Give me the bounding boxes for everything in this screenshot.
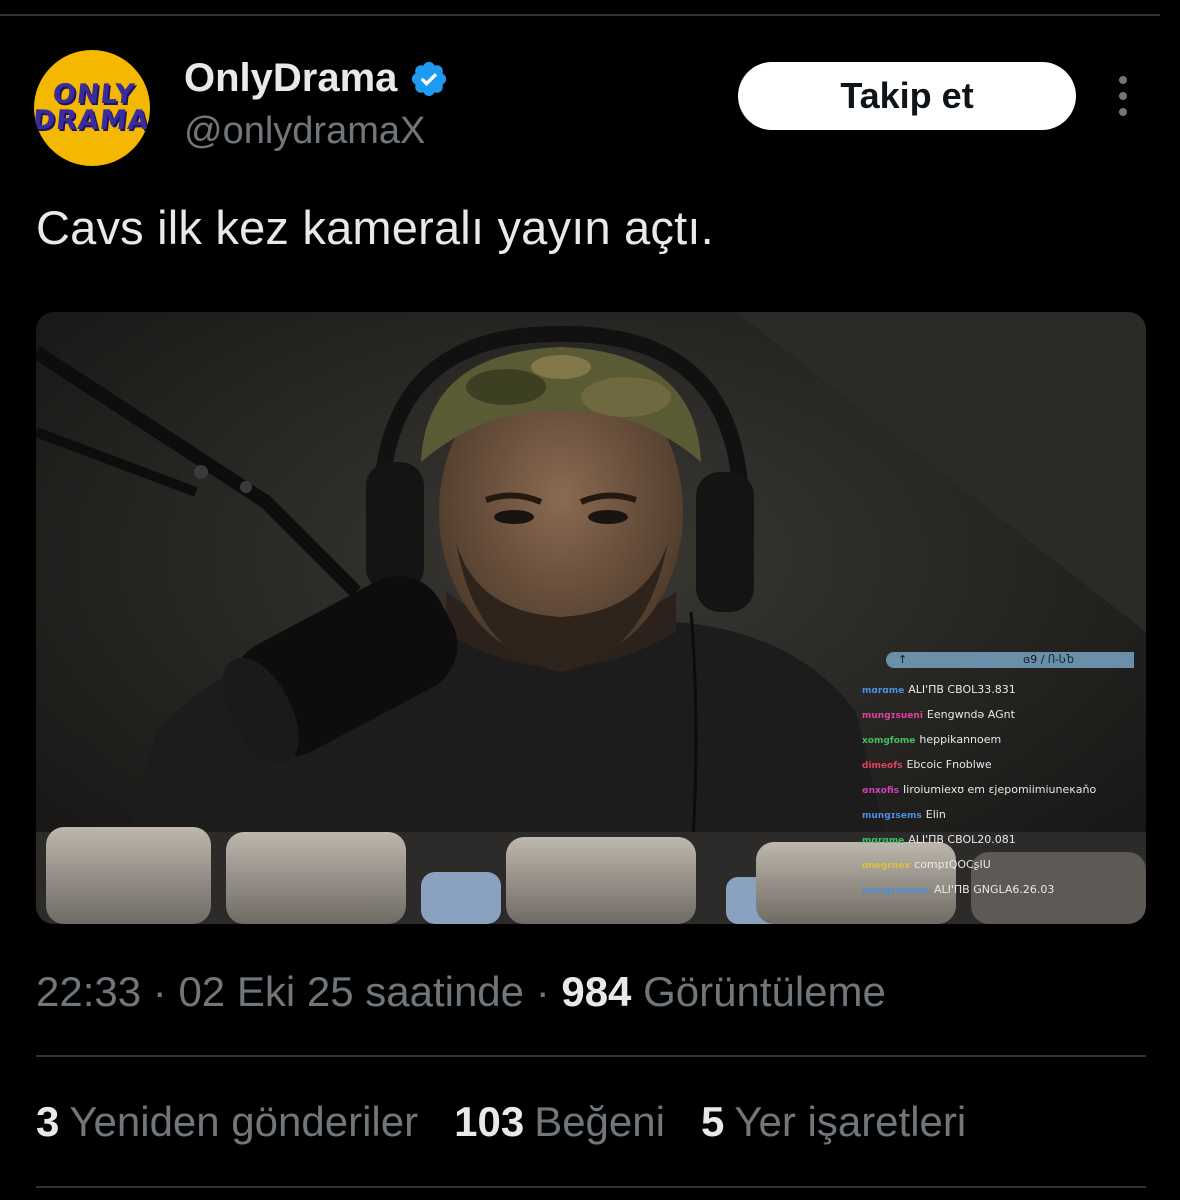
- chat-username: ɑnegrnex: [862, 861, 911, 871]
- bookmarks-count: 5: [700, 1098, 725, 1145]
- chat-header-left: ↑: [898, 653, 908, 666]
- chat-username: ɞnxofis: [862, 786, 900, 796]
- likes-stat[interactable]: 103 Beğeni: [454, 1098, 665, 1146]
- avatar[interactable]: ONLY DRAMA: [34, 50, 150, 166]
- stream-chat-overlay: ↑ ɞ9 / Ⴖ-ႱႦ mɑrɑme ALI'ΠB CBOL33.831 mungɪ…: [862, 652, 1134, 903]
- chat-message: compɪQOCʂIU: [914, 858, 991, 871]
- onlydrama-logo: ONLY DRAMA: [34, 79, 150, 136]
- chat-header: ↑ ɞ9 / Ⴖ-ႱႦ: [886, 652, 1134, 668]
- more-dot: [1119, 76, 1127, 84]
- tweet-text: Cavs ilk kez kameralı yayın açtı.: [36, 201, 714, 254]
- more-dot: [1119, 108, 1127, 116]
- divider: [36, 1055, 1146, 1057]
- chat-username: mɑrɑme: [862, 836, 905, 846]
- likes-label: Beğeni: [534, 1098, 665, 1145]
- display-name-text: OnlyDrama: [184, 56, 398, 100]
- bookmarks-label: Yer işaretleri: [734, 1098, 967, 1145]
- display-name[interactable]: OnlyDrama: [184, 56, 449, 101]
- chat-message: heppikannoem: [919, 733, 1002, 746]
- tweet-image[interactable]: ↑ ɞ9 / Ⴖ-ႱႦ mɑrɑme ALI'ΠB CBOL33.831 mungɪ…: [36, 312, 1146, 924]
- chat-line: xomgfome heppikannoem: [862, 728, 1134, 753]
- chat-message: ALI'ΠB GNGLA6.26.03: [933, 883, 1055, 896]
- chat-message: ALI'ΠB CBOL20.081: [908, 833, 1016, 846]
- tweet-time[interactable]: 22:33: [36, 968, 141, 1015]
- reposts-stat[interactable]: 3 Yeniden gönderiler: [36, 1098, 418, 1146]
- tweet-stats: 3 Yeniden gönderiler 103 Beğeni 5 Yer işare…: [36, 1098, 966, 1146]
- chat-messages: mɑrɑme ALI'ΠB CBOL33.831 mungɪsueni Eengwnd…: [862, 678, 1134, 903]
- chat-username: mungɪsems: [862, 811, 922, 821]
- tweet-meta: 22:33 · 02 Eki 25 saatinde · 984 Görüntü…: [36, 968, 886, 1016]
- chat-username: mungɪsueni: [862, 711, 923, 721]
- chat-header-right: ɞ9 / Ⴖ-ႱႦ: [1022, 653, 1074, 666]
- divider: [36, 1186, 1146, 1188]
- chat-username: mɑrɑme: [862, 686, 905, 696]
- chat-line: mungɪsueni Eengwndə AGnt: [862, 703, 1134, 728]
- chat-message: Ebcoic Fnoblwe: [906, 758, 992, 771]
- views-count: 984: [561, 968, 632, 1015]
- avatar-text-line-2: DRAMA: [34, 105, 150, 136]
- chat-line: ɞnxofis Iiroiumiexʊ em ɛjepomiimiuneκaňo: [862, 778, 1134, 803]
- tweet-date[interactable]: 02 Eki 25 saatinde: [178, 968, 524, 1015]
- chat-message: Eengwndə AGnt: [926, 708, 1015, 721]
- meta-separator: ·: [152, 968, 179, 1015]
- chat-username: dimeofs: [862, 761, 903, 771]
- meta-separator: ·: [535, 968, 562, 1015]
- views-label: Görüntüleme: [643, 968, 886, 1015]
- chat-line: mungɪsems Elin: [862, 803, 1134, 828]
- bookmarks-stat[interactable]: 5 Yer işaretleri: [701, 1098, 966, 1146]
- chat-message: Iiroiumiexʊ em ɛjepomiimiuneκaňo: [903, 783, 1097, 796]
- more-options-icon[interactable]: [1106, 76, 1140, 116]
- chat-username: xomgfome: [862, 736, 916, 746]
- chat-line: mɑrɑme ALI'ΠB CBOL33.831: [862, 678, 1134, 703]
- chat-username: mungɪrowme: [862, 886, 930, 896]
- user-handle[interactable]: @onlydramaX: [184, 110, 425, 153]
- reposts-label: Yeniden gönderiler: [69, 1098, 419, 1145]
- chat-line: mɑrɑme ALI'ΠB CBOL20.081: [862, 828, 1134, 853]
- verified-badge-icon: [412, 61, 447, 96]
- chat-line: ɑnegrnex compɪQOCʂIU: [862, 853, 1134, 878]
- reposts-count: 3: [36, 1098, 60, 1145]
- more-dot: [1119, 92, 1127, 100]
- chat-message: ALI'ΠB CBOL33.831: [908, 683, 1016, 696]
- top-divider: [0, 14, 1160, 16]
- likes-count: 103: [454, 1098, 525, 1145]
- follow-button[interactable]: Takip et: [738, 62, 1076, 130]
- chat-line: dimeofs Ebcoic Fnoblwe: [862, 753, 1134, 778]
- chat-message: Elin: [925, 808, 946, 821]
- chat-line: mungɪrowme ALI'ΠB GNGLA6.26.03: [862, 878, 1134, 903]
